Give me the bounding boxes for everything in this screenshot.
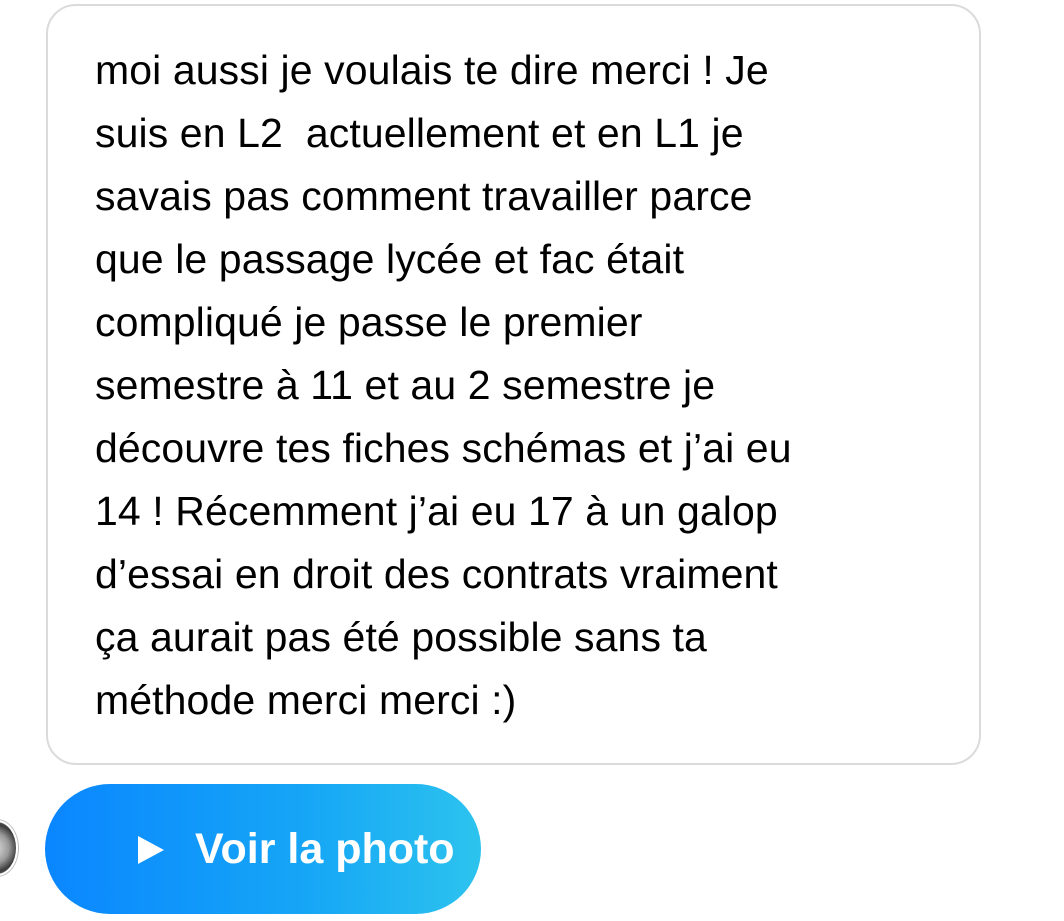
view-photo-button[interactable]: Voir la photo — [45, 784, 481, 914]
play-icon — [138, 836, 164, 864]
view-photo-label: Voir la photo — [195, 825, 455, 873]
avatar[interactable] — [0, 820, 18, 876]
message-text: moi aussi je voulais te dire merci ! Je … — [95, 47, 792, 723]
